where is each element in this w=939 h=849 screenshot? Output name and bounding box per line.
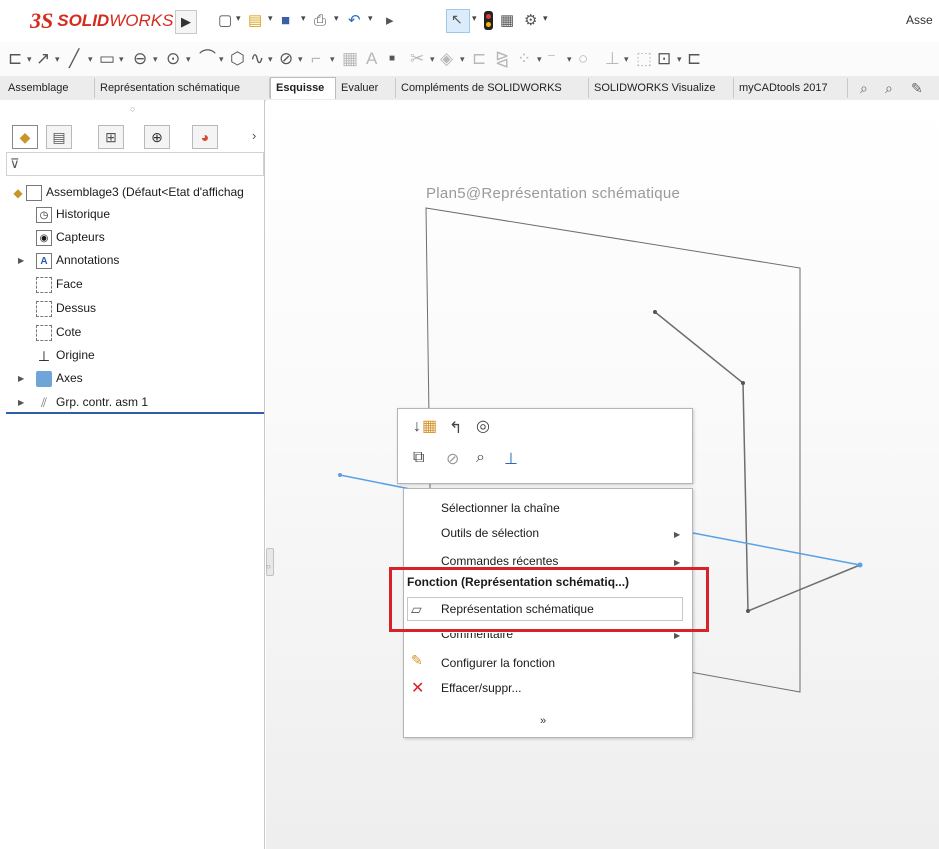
sketch-point	[746, 609, 750, 613]
menu-item-selection-tools[interactable]: Outils de sélection	[441, 526, 539, 540]
sketch-line-blue	[692, 532, 861, 566]
normal-to-icon[interactable]: ⊥	[504, 449, 518, 469]
submenu-arrow-icon: ▶	[674, 558, 681, 567]
sketch-point	[653, 310, 657, 314]
isolate-icon[interactable]: ⧉	[413, 449, 424, 467]
sketch-point	[741, 381, 745, 385]
configure-feature-icon: ✎	[411, 652, 423, 668]
zoom-to-selection-icon[interactable]: ⌕	[476, 449, 485, 467]
sketch-point-blue	[857, 562, 863, 568]
sketch-point-blue	[338, 473, 342, 477]
menu-item-configure-feature[interactable]: Configurer la fonction	[441, 656, 555, 670]
sort-features-icon[interactable]: ▦	[422, 416, 437, 436]
expand-menu-chevron-icon[interactable]: »	[540, 715, 546, 727]
delete-x-icon: ✕	[411, 680, 425, 697]
hide-show-eye-icon[interactable]: ⊘	[446, 449, 459, 469]
submenu-arrow-icon: ▶	[674, 631, 681, 640]
undo-feature-icon[interactable]: ↰	[449, 418, 462, 438]
hide-components-icon[interactable]: ◎	[476, 416, 490, 436]
highlight-annotation-frame	[389, 567, 709, 632]
submenu-arrow-icon: ▶	[674, 530, 681, 539]
rollback-bar-icon[interactable]: ↓	[413, 418, 421, 436]
menu-item-select-chain[interactable]: Sélectionner la chaîne	[441, 501, 560, 515]
menu-item-recent-commands[interactable]: Commandes récentes	[441, 554, 558, 568]
menu-item-delete[interactable]: Effacer/suppr...	[441, 681, 522, 695]
context-toolbar	[397, 408, 693, 484]
